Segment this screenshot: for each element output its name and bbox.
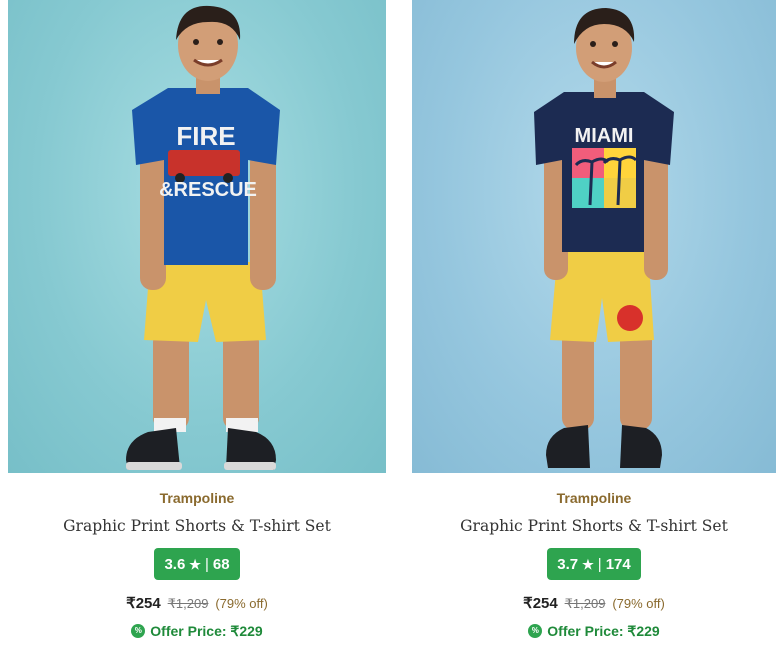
price-row: ₹254 ₹1,209 (79% off) — [412, 593, 776, 613]
rating-value: 3.7 — [557, 555, 579, 573]
svg-text:MIAMI: MIAMI — [575, 125, 634, 147]
product-card[interactable]: FIRE &RESCUE Trampoline Graphic Print Sh… — [8, 0, 386, 651]
discount-text: (79% off) — [215, 596, 268, 611]
rating-separator: | — [597, 555, 602, 573]
product-title[interactable]: Graphic Print Shorts & T-shirt Set — [8, 515, 386, 537]
rating-badge[interactable]: 3.6 ★ | 68 — [154, 548, 240, 580]
rating-count: 174 — [605, 555, 631, 573]
product-photo-kid-miami: MIAMI — [534, 8, 674, 468]
star-icon: ★ — [189, 556, 201, 572]
rating-count: 68 — [212, 555, 230, 573]
rating-separator: | — [204, 555, 209, 573]
selling-price: ₹254 — [126, 595, 161, 612]
selling-price: ₹254 — [523, 595, 558, 612]
svg-text:&RESCUE: &RESCUE — [159, 179, 257, 201]
discount-text: (79% off) — [612, 596, 665, 611]
mrp-price: ₹1,209 — [167, 596, 209, 611]
product-grid: FIRE &RESCUE Trampoline Graphic Print Sh… — [0, 0, 776, 651]
offer-price: % Offer Price: ₹229 — [8, 621, 386, 641]
product-title[interactable]: Graphic Print Shorts & T-shirt Set — [412, 515, 776, 537]
product-card[interactable]: MIAMI Trampoline Graphic Print Shorts & … — [412, 0, 776, 651]
rating-value: 3.6 — [164, 555, 186, 573]
brand-name[interactable]: Trampoline — [412, 489, 776, 507]
offer-badge-icon: % — [131, 624, 146, 638]
brand-name[interactable]: Trampoline — [8, 489, 386, 507]
price-row: ₹254 ₹1,209 (79% off) — [8, 593, 386, 613]
product-info: Trampoline Graphic Print Shorts & T-shir… — [412, 489, 776, 641]
offer-price: % Offer Price: ₹229 — [412, 621, 776, 641]
product-image[interactable]: MIAMI — [412, 0, 776, 473]
product-info: Trampoline Graphic Print Shorts & T-shir… — [8, 489, 386, 641]
offer-badge-icon: % — [528, 624, 543, 638]
offer-price-text: Offer Price: ₹229 — [547, 623, 660, 639]
mrp-price: ₹1,209 — [564, 596, 606, 611]
star-icon: ★ — [582, 556, 594, 572]
rating-badge[interactable]: 3.7 ★ | 174 — [547, 548, 641, 580]
offer-price-text: Offer Price: ₹229 — [150, 623, 263, 639]
svg-text:FIRE: FIRE — [176, 121, 235, 151]
product-image[interactable]: FIRE &RESCUE — [8, 0, 386, 473]
product-photo-kid-fire-rescue: FIRE &RESCUE — [126, 5, 280, 470]
